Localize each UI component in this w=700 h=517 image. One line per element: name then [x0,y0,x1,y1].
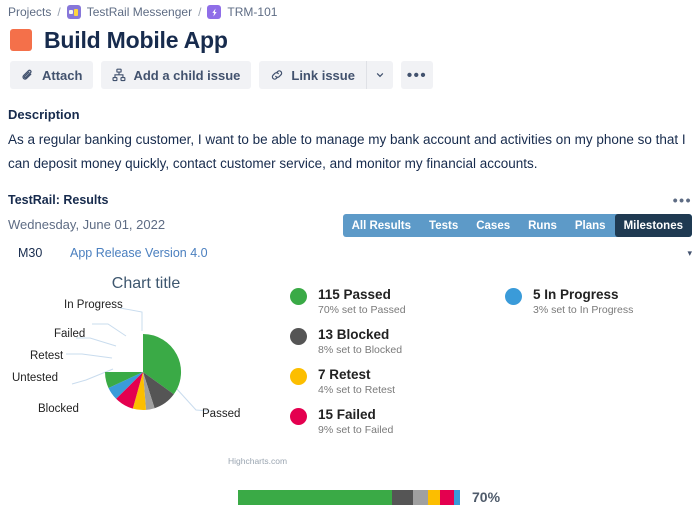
project-avatar-icon [66,5,81,19]
more-actions-button[interactable]: ••• [400,61,433,89]
tab-tests[interactable]: Tests [420,214,467,237]
link-issue-label: Link issue [291,67,355,83]
attach-button[interactable]: Attach [10,61,94,89]
story-lightning-icon [207,5,222,19]
breadcrumb-separator-1: / [57,5,61,19]
legend-blocked-count: 13 Blocked [318,327,390,342]
testrail-panel-header: TestRail: Results ••• [8,193,692,207]
link-issue-button[interactable]: Link issue [259,61,366,89]
testrail-panel-title: TestRail: Results [8,193,109,207]
legend-item-in-progress[interactable]: 5 In Progress 3% set to In Progress [505,286,633,318]
milestone-link[interactable]: App Release Version 4.0 [70,246,208,260]
legend-column-1: 115 Passed 70% set to Passed 13 Blocked … [290,286,406,446]
pie-label-failed: Failed [54,328,86,340]
legend-column-2: 5 In Progress 3% set to In Progress [505,286,633,326]
add-child-issue-button[interactable]: Add a child issue [101,61,252,89]
progress-segment-passed [238,489,393,505]
tab-plans[interactable]: Plans [566,214,615,237]
link-issue-split-button: Link issue [259,61,393,89]
breadcrumb: Projects / TestRail Messenger / TRM-101 [8,5,277,19]
legend-item-failed[interactable]: 15 Failed 9% set to Failed [290,406,406,438]
description-text: As a regular banking customer, I want to… [8,132,686,171]
pie-label-passed: Passed [202,408,241,420]
breadcrumb-separator-2: / [198,5,202,19]
testrail-date: Wednesday, June 01, 2022 [8,217,166,232]
highcharts-credit[interactable]: Highcharts.com [228,456,287,466]
legend-passed-count: 115 Passed [318,287,391,302]
issue-color-swatch [10,29,32,51]
progress-segment-untested [413,489,428,505]
pie-label-in-progress: In Progress [64,299,123,311]
milestone-row: M30 App Release Version 4.0 ▾ [8,246,692,260]
progress-segment-failed [439,489,455,505]
progress-segment-blocked [392,489,414,505]
legend-retest-count: 7 Retest [318,367,371,382]
issue-actions-toolbar: Attach Add a child issue Link issue ••• [10,61,433,89]
legend-dot-in-progress [505,288,522,305]
testrail-tabbar: All Results Tests Cases Runs Plans Miles… [342,214,692,237]
pie-label-retest: Retest [30,350,64,362]
pie-label-blocked: Blocked [38,403,79,415]
legend-dot-failed [290,408,307,425]
legend-item-retest[interactable]: 7 Retest 4% set to Retest [290,366,406,398]
legend-retest-sub: 4% set to Retest [318,384,396,396]
link-issue-dropdown-button[interactable] [366,61,393,89]
attach-button-label: Attach [42,67,83,83]
progress-segment-retest [427,489,440,505]
milestone-chevron-down-icon[interactable]: ▾ [687,248,692,259]
progress-bar[interactable] [238,489,460,505]
legend-in-progress-count: 5 In Progress [533,287,619,302]
breadcrumb-issue-key[interactable]: TRM-101 [227,5,277,19]
breadcrumb-projects-link[interactable]: Projects [8,5,51,19]
tab-milestones[interactable]: Milestones [614,214,692,237]
child-issue-hierarchy-icon [112,68,126,82]
pie-label-untested: Untested [12,372,59,384]
breadcrumb-board-link[interactable]: TestRail Messenger [87,5,192,19]
legend-failed-sub: 9% set to Failed [318,424,394,436]
legend-failed-count: 15 Failed [318,407,376,422]
legend-dot-retest [290,368,307,385]
page-title: Build Mobile App [44,27,228,53]
issue-title-row: Build Mobile App [10,27,228,53]
legend-item-blocked[interactable]: 13 Blocked 8% set to Blocked [290,326,406,358]
legend-blocked-sub: 8% set to Blocked [318,344,403,356]
tab-runs[interactable]: Runs [519,214,566,237]
progress-segment-in-progress [454,489,460,505]
chevron-down-icon [375,68,385,83]
results-progress: 70% [238,489,500,505]
testrail-panel-more-button[interactable]: ••• [673,193,692,207]
legend-dot-passed [290,288,307,305]
paperclip-icon [21,68,35,82]
description-label: Description [8,107,80,122]
tab-all-results[interactable]: All Results [343,214,420,237]
milestone-code: M30 [18,246,43,260]
link-chain-icon [270,68,284,82]
legend-passed-sub: 70% set to Passed [318,304,406,316]
legend-item-passed[interactable]: 115 Passed 70% set to Passed [290,286,406,318]
progress-percent-label: 70% [472,489,501,505]
issue-detail-page: Projects / TestRail Messenger / TRM-101 … [0,0,700,517]
add-child-issue-label: Add a child issue [133,67,241,83]
legend-in-progress-sub: 3% set to In Progress [533,304,634,316]
tab-cases[interactable]: Cases [467,214,519,237]
legend-dot-blocked [290,328,307,345]
pie-slices-real [104,334,182,411]
